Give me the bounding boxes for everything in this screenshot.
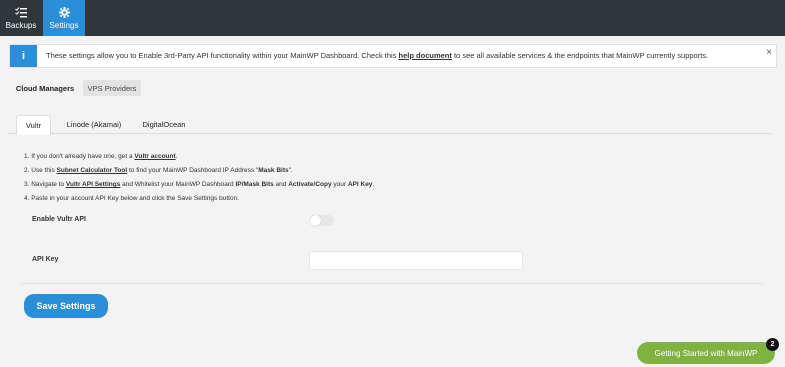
nav-label-settings: Settings [49,20,79,30]
step-3-mid2: and [273,181,289,188]
step-1-text: 1. If you don't already have one, get a [24,153,135,160]
step-3-bold1: IP/Mask Bits [235,181,274,188]
step-3-mid3: your [331,181,348,188]
notice-text-before: These settings allow you to Enable 3rd-P… [46,51,399,60]
step-3-text: 3. Navigate to [24,181,66,188]
notification-badge: 2 [766,338,779,351]
step-1-end: . [175,153,178,160]
enable-vultr-api-toggle[interactable] [310,215,334,226]
notice-text: These settings allow you to Enable 3rd-P… [46,51,708,60]
info-notice: i These settings allow you to Enable 3rd… [9,44,777,68]
api-key-label: API Key [32,256,59,263]
close-icon[interactable]: × [766,47,772,58]
tab-vultr[interactable]: Vultr [16,115,51,135]
backups-icon [15,6,27,17]
subtab-vps-providers[interactable]: VPS Providers [83,80,141,96]
step-3: 3. Navigate to Vultr API Settings and Wh… [24,178,374,192]
vultr-api-settings-link[interactable]: Vultr API Settings [66,181,120,188]
step-2-text: 2. Use this [24,167,57,174]
nav-label-backups: Backups [5,20,37,30]
step-3-mid1: and Whitelist your MainWP Dashboard [120,181,236,188]
subnet-calculator-link[interactable]: Subnet Calculator Tool [57,167,128,174]
enable-vultr-api-label: Enable Vultr API [32,216,86,223]
subtab-cloud-managers[interactable]: Cloud Managers [15,80,75,96]
save-settings-button[interactable]: Save Settings [24,294,108,318]
help-document-link[interactable]: help document [399,51,452,60]
setup-instructions: 1. If you don't already have one, get a … [24,150,374,206]
step-2: 2. Use this Subnet Calculator Tool to fi… [24,164,374,178]
vultr-account-link[interactable]: Vultr account [134,153,175,160]
step-2-end: ". [288,167,293,174]
step-2-mid: to find your MainWP Dashboard IP Address… [127,167,259,174]
step-3-bold2: Activate/Copy [288,181,332,188]
nav-item-settings[interactable]: Settings [43,0,85,36]
info-icon: i [10,45,37,67]
step-2-bold: Mask Bits [258,167,289,174]
step-4: 4. Paste in your account API Key below a… [24,195,239,202]
notice-text-after: to see all available services & the endp… [451,51,709,60]
step-1: 1. If you don't already have one, get a … [24,150,374,164]
form-divider [22,283,762,284]
toggle-knob [310,215,321,226]
tab-linode[interactable]: Linode (Akamai) [62,115,126,134]
api-key-input[interactable] [309,251,523,270]
getting-started-button[interactable]: Getting Started with MainWP [637,342,775,364]
gear-icon [58,6,70,18]
step-3-end: . [372,181,375,188]
nav-item-backups[interactable]: Backups [0,0,42,36]
step-3-bold3: API Key [347,181,373,188]
top-navigation-bar: Backups Settings [0,0,785,36]
tab-digitalocean[interactable]: DigitalOcean [137,115,191,134]
